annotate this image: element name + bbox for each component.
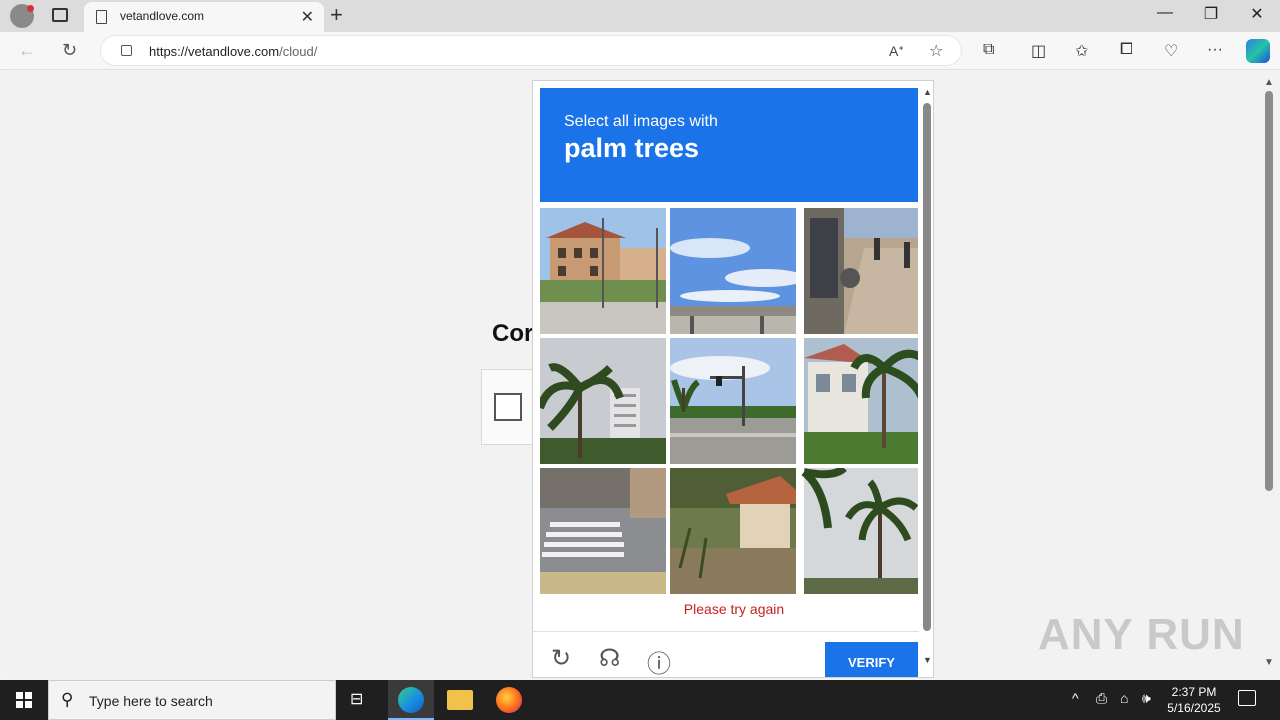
task-view-icon[interactable]: ⊟ bbox=[350, 689, 363, 709]
more-menu-icon[interactable]: ··· bbox=[1207, 41, 1223, 59]
captcha-tile[interactable] bbox=[670, 338, 796, 464]
notifications-icon[interactable] bbox=[1238, 690, 1256, 706]
captcha-scrollbar[interactable]: ▲ ▼ bbox=[919, 81, 933, 677]
page-scrollbar[interactable]: ▲ ▼ bbox=[1260, 71, 1280, 677]
back-icon[interactable]: ← bbox=[18, 40, 36, 61]
browser-tab[interactable]: vetandlove.com ✕ bbox=[84, 2, 324, 32]
favorite-star-icon[interactable]: ☆ bbox=[929, 41, 943, 61]
scroll-up-icon[interactable]: ▲ bbox=[1264, 77, 1274, 88]
captcha-scroll-up-icon[interactable]: ▲ bbox=[923, 87, 932, 97]
address-bar[interactable]: https://vetandlove.com/cloud/ Aᐩ ☆ bbox=[100, 35, 962, 66]
firefox-icon[interactable] bbox=[496, 687, 522, 713]
captcha-grid bbox=[540, 208, 920, 596]
new-tab-icon[interactable]: + bbox=[330, 2, 343, 28]
taskbar-search[interactable]: ⚲ Type here to search bbox=[48, 680, 336, 720]
captcha-tile[interactable] bbox=[540, 468, 666, 594]
robot-checkbox[interactable] bbox=[494, 393, 522, 421]
copilot-icon[interactable] bbox=[1246, 39, 1270, 63]
captcha-tile[interactable] bbox=[800, 208, 918, 334]
captcha-instruction: Select all images with bbox=[564, 113, 718, 130]
search-icon: ⚲ bbox=[61, 690, 74, 709]
network-icon[interactable]: ⌂ bbox=[1120, 690, 1128, 706]
audio-icon[interactable]: ☊ bbox=[599, 644, 620, 673]
captcha-header: Select all images with palm trees bbox=[540, 88, 918, 202]
lock-icon[interactable] bbox=[121, 45, 132, 56]
page-icon bbox=[96, 10, 107, 24]
edge-taskbar-button[interactable] bbox=[388, 680, 434, 720]
clock-date: 5/16/2025 bbox=[1167, 701, 1221, 715]
tab-title: vetandlove.com bbox=[120, 9, 205, 23]
captcha-footer: ↻ ☊ ⓘ VERIFY bbox=[533, 631, 933, 677]
volume-icon[interactable]: 🕪 bbox=[1142, 690, 1151, 707]
read-aloud-icon[interactable]: Aᐩ bbox=[889, 43, 904, 60]
captcha-challenge: Select all images with palm trees Please… bbox=[532, 80, 934, 678]
captcha-tile[interactable] bbox=[540, 338, 666, 464]
windows-start-icon[interactable] bbox=[16, 692, 32, 708]
close-window-icon[interactable]: ✕ bbox=[1234, 4, 1280, 24]
extensions-icon[interactable]: ⧉ bbox=[983, 41, 994, 59]
page-heading: Cor bbox=[492, 320, 534, 347]
url-host: https://vetandlove.com bbox=[149, 44, 280, 59]
captcha-tile[interactable] bbox=[800, 468, 918, 594]
captcha-tile[interactable] bbox=[670, 468, 796, 594]
anyrun-watermark: ANY RUN bbox=[1038, 610, 1245, 659]
captcha-tile[interactable] bbox=[670, 208, 796, 334]
search-placeholder: Type here to search bbox=[89, 693, 213, 709]
captcha-scroll-thumb[interactable] bbox=[923, 103, 931, 631]
captcha-target: palm trees bbox=[564, 133, 700, 163]
minimize-icon[interactable]: — bbox=[1142, 4, 1188, 22]
favorites-icon[interactable]: ✩ bbox=[1075, 41, 1088, 61]
clock[interactable]: 2:37 PM 5/16/2025 bbox=[1162, 684, 1226, 716]
captcha-tile[interactable] bbox=[540, 208, 666, 334]
captcha-scroll-down-icon[interactable]: ▼ bbox=[923, 655, 932, 665]
taskbar: ⚲ Type here to search ⊟ ^ ⎙ ⌂ 🕪 2:37 PM … bbox=[0, 680, 1280, 720]
edge-icon bbox=[398, 687, 424, 713]
network-adapter-icon[interactable]: ⎙ bbox=[1096, 690, 1107, 707]
info-icon[interactable]: ⓘ bbox=[647, 644, 671, 677]
file-explorer-icon[interactable] bbox=[447, 690, 473, 710]
scroll-down-icon[interactable]: ▼ bbox=[1264, 657, 1274, 668]
url-text[interactable]: https://vetandlove.com/cloud/ bbox=[149, 44, 317, 59]
error-message: Please try again bbox=[683, 601, 785, 617]
url-path: /cloud/ bbox=[279, 44, 318, 59]
scroll-thumb[interactable] bbox=[1265, 91, 1273, 491]
tab-strip: vetandlove.com ✕ + — ❐ ✕ bbox=[0, 0, 1280, 32]
close-tab-icon[interactable]: ✕ bbox=[301, 7, 314, 27]
clock-time: 2:37 PM bbox=[1171, 685, 1217, 699]
browser-essentials-icon[interactable]: ♡ bbox=[1164, 41, 1178, 61]
captcha-tile[interactable] bbox=[800, 338, 918, 464]
tab-actions-icon[interactable] bbox=[52, 8, 68, 22]
verify-button[interactable]: VERIFY bbox=[825, 642, 918, 677]
tray-chevron-icon[interactable]: ^ bbox=[1072, 690, 1079, 706]
split-screen-icon[interactable]: ◫ bbox=[1031, 41, 1046, 61]
profile-badge bbox=[27, 5, 34, 12]
collections-icon[interactable]: ⧠ bbox=[1120, 41, 1133, 59]
restore-icon[interactable]: ❐ bbox=[1188, 4, 1234, 24]
browser-toolbar: ← ↻ https://vetandlove.com/cloud/ Aᐩ ☆ ⧉… bbox=[0, 32, 1280, 70]
refresh-icon[interactable]: ↻ bbox=[62, 40, 77, 61]
reload-icon[interactable]: ↻ bbox=[551, 644, 571, 673]
